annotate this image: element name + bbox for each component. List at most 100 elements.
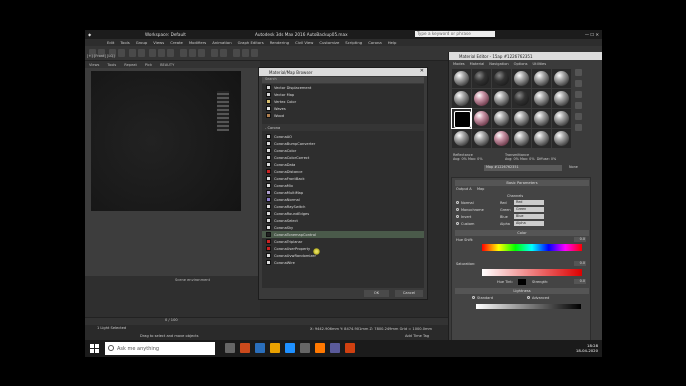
sample-slot[interactable] [452, 89, 471, 108]
list-item[interactable]: CoronaRoundEdges [262, 210, 424, 217]
list-item[interactable]: CoronaFrontBack [262, 175, 424, 182]
sample-slot-selected[interactable] [451, 108, 472, 129]
angle-snap-icon[interactable] [189, 49, 196, 57]
sample-slot[interactable] [472, 129, 491, 148]
list-item[interactable]: CoronaNormal [262, 196, 424, 203]
sample-slot[interactable] [532, 109, 551, 128]
uv-tiling-icon[interactable] [575, 102, 582, 109]
sample-slot[interactable] [532, 89, 551, 108]
list-item[interactable]: CoronaColorCorrect [262, 154, 424, 161]
store-taskbar-icon[interactable] [300, 343, 310, 353]
menu-item-modifiers[interactable]: Modifiers [189, 40, 206, 45]
list-item[interactable]: CoronaTonemapControl [262, 231, 424, 238]
lightness-standard-radio[interactable]: Standard [472, 296, 493, 300]
color-header[interactable]: Color [455, 230, 589, 236]
basic-parameters-header[interactable]: Basic Parameters [455, 180, 589, 186]
menu-item-modes[interactable]: Modes [453, 62, 465, 66]
sample-slot[interactable] [492, 69, 511, 88]
menu-item-customize[interactable]: Customize [319, 40, 339, 45]
menu-item-utilities[interactable]: Utilities [533, 62, 547, 66]
list-item[interactable]: CoronaAO [262, 133, 424, 140]
backlight-icon[interactable] [575, 80, 582, 87]
list-item[interactable]: CoronaDistance [262, 168, 424, 175]
list-item[interactable]: CoronaTriplanar [262, 238, 424, 245]
sample-slot[interactable] [472, 89, 491, 108]
menu-item-corona[interactable]: Corona [368, 40, 382, 45]
sample-slot[interactable] [452, 129, 471, 148]
app-icon[interactable]: ◆ [88, 32, 91, 37]
menu-item-material[interactable]: Material [470, 62, 485, 66]
move-icon[interactable] [149, 49, 156, 57]
select-icon[interactable] [129, 49, 136, 57]
sample-slot[interactable] [552, 69, 571, 88]
window-controls[interactable]: — ☐ ✕ [585, 32, 599, 37]
viewport-tab-beauty[interactable]: BEAUTY [160, 63, 174, 67]
menu-item-views[interactable]: Views [153, 40, 164, 45]
curve-editor-icon[interactable] [242, 49, 249, 57]
sample-slot[interactable] [512, 89, 531, 108]
sample-type-icon[interactable] [575, 69, 582, 76]
sample-slot[interactable] [512, 129, 531, 148]
system-clock[interactable]: 18:28 18-04-2020 [576, 343, 598, 353]
viewport-tab-tools[interactable]: Tools [107, 63, 116, 67]
list-item[interactable]: Vertex Color [262, 98, 424, 105]
sample-slot[interactable] [512, 109, 531, 128]
strength-input[interactable]: 0.0 [574, 279, 586, 284]
menu-item-graph-editors[interactable]: Graph Editors [238, 40, 264, 45]
menu-item-scripting[interactable]: Scripting [345, 40, 362, 45]
sample-slot[interactable] [552, 89, 571, 108]
browser-list[interactable]: Vector Displacement Vector Map Vertex Co… [262, 84, 424, 288]
sample-slot[interactable] [552, 129, 571, 148]
viewport-tab-pick[interactable]: Pick [145, 63, 152, 67]
menu-item-animation[interactable]: Animation [212, 40, 231, 45]
lightness-header[interactable]: Lightness [455, 288, 589, 294]
channel-select-green[interactable]: Green [514, 207, 544, 212]
sample-slot[interactable] [552, 109, 571, 128]
ok-button[interactable]: OK [364, 290, 389, 297]
task-view-icon[interactable] [225, 343, 235, 353]
list-item[interactable]: CoronaUserProperty [262, 245, 424, 252]
channel-mode-invert[interactable]: Invert [456, 215, 471, 219]
menu-item-create[interactable]: Create [170, 40, 183, 45]
schematic-icon[interactable] [251, 49, 258, 57]
channel-select-red[interactable]: Red [514, 200, 544, 205]
select-region-icon[interactable] [138, 49, 145, 57]
saturation-input[interactable]: 0.0 [574, 261, 586, 266]
list-item[interactable]: CoronaSky [262, 224, 424, 231]
saturation-slider[interactable] [482, 269, 582, 276]
menu-item-navigation[interactable]: Navigation [489, 62, 508, 66]
sample-slot[interactable] [532, 129, 551, 148]
3dsmax-taskbar-icon[interactable] [240, 343, 250, 353]
vlc-taskbar-icon[interactable] [270, 343, 280, 353]
layer-icon[interactable] [233, 49, 240, 57]
list-item[interactable]: CoronaSelect [262, 217, 424, 224]
list-item[interactable]: CoronaMix [262, 182, 424, 189]
list-item[interactable]: CoronaUvwRandomizer [262, 252, 424, 259]
taskbar-search-input[interactable]: Ask me anything [105, 342, 215, 355]
viewport-label[interactable]: [+] [Front] [LQ] [87, 54, 115, 58]
cancel-button[interactable]: Cancel [395, 290, 423, 297]
rotate-icon[interactable] [158, 49, 165, 57]
mirror-icon[interactable] [211, 49, 218, 57]
sample-slot[interactable] [492, 109, 511, 128]
lightness-gradient-bar[interactable] [476, 304, 581, 309]
sample-slot[interactable] [512, 69, 531, 88]
list-item[interactable]: Vector Displacement [262, 84, 424, 91]
video-check-icon[interactable] [575, 113, 582, 120]
add-time-tag-button[interactable]: Add Time Tag [405, 334, 429, 338]
menu-item-group[interactable]: Group [136, 40, 148, 45]
channel-select-blue[interactable]: Blue [514, 214, 544, 219]
sample-slot[interactable] [472, 109, 491, 128]
group-header-corona[interactable]: - Corona [262, 124, 424, 131]
list-item[interactable]: Vector Map [262, 91, 424, 98]
sample-slot[interactable] [492, 89, 511, 108]
close-icon[interactable]: ✕ [420, 68, 424, 74]
list-item[interactable]: CoronaRaySwitch [262, 203, 424, 210]
channel-select-alpha[interactable]: Alpha [514, 221, 544, 226]
menu-item-options[interactable]: Options [514, 62, 528, 66]
hue-shift-input[interactable]: 0.0 [574, 237, 586, 242]
app-taskbar-icon[interactable] [330, 343, 340, 353]
map-type-button[interactable]: None [569, 165, 578, 169]
options-icon[interactable] [575, 124, 582, 131]
sample-slot[interactable] [452, 69, 471, 88]
